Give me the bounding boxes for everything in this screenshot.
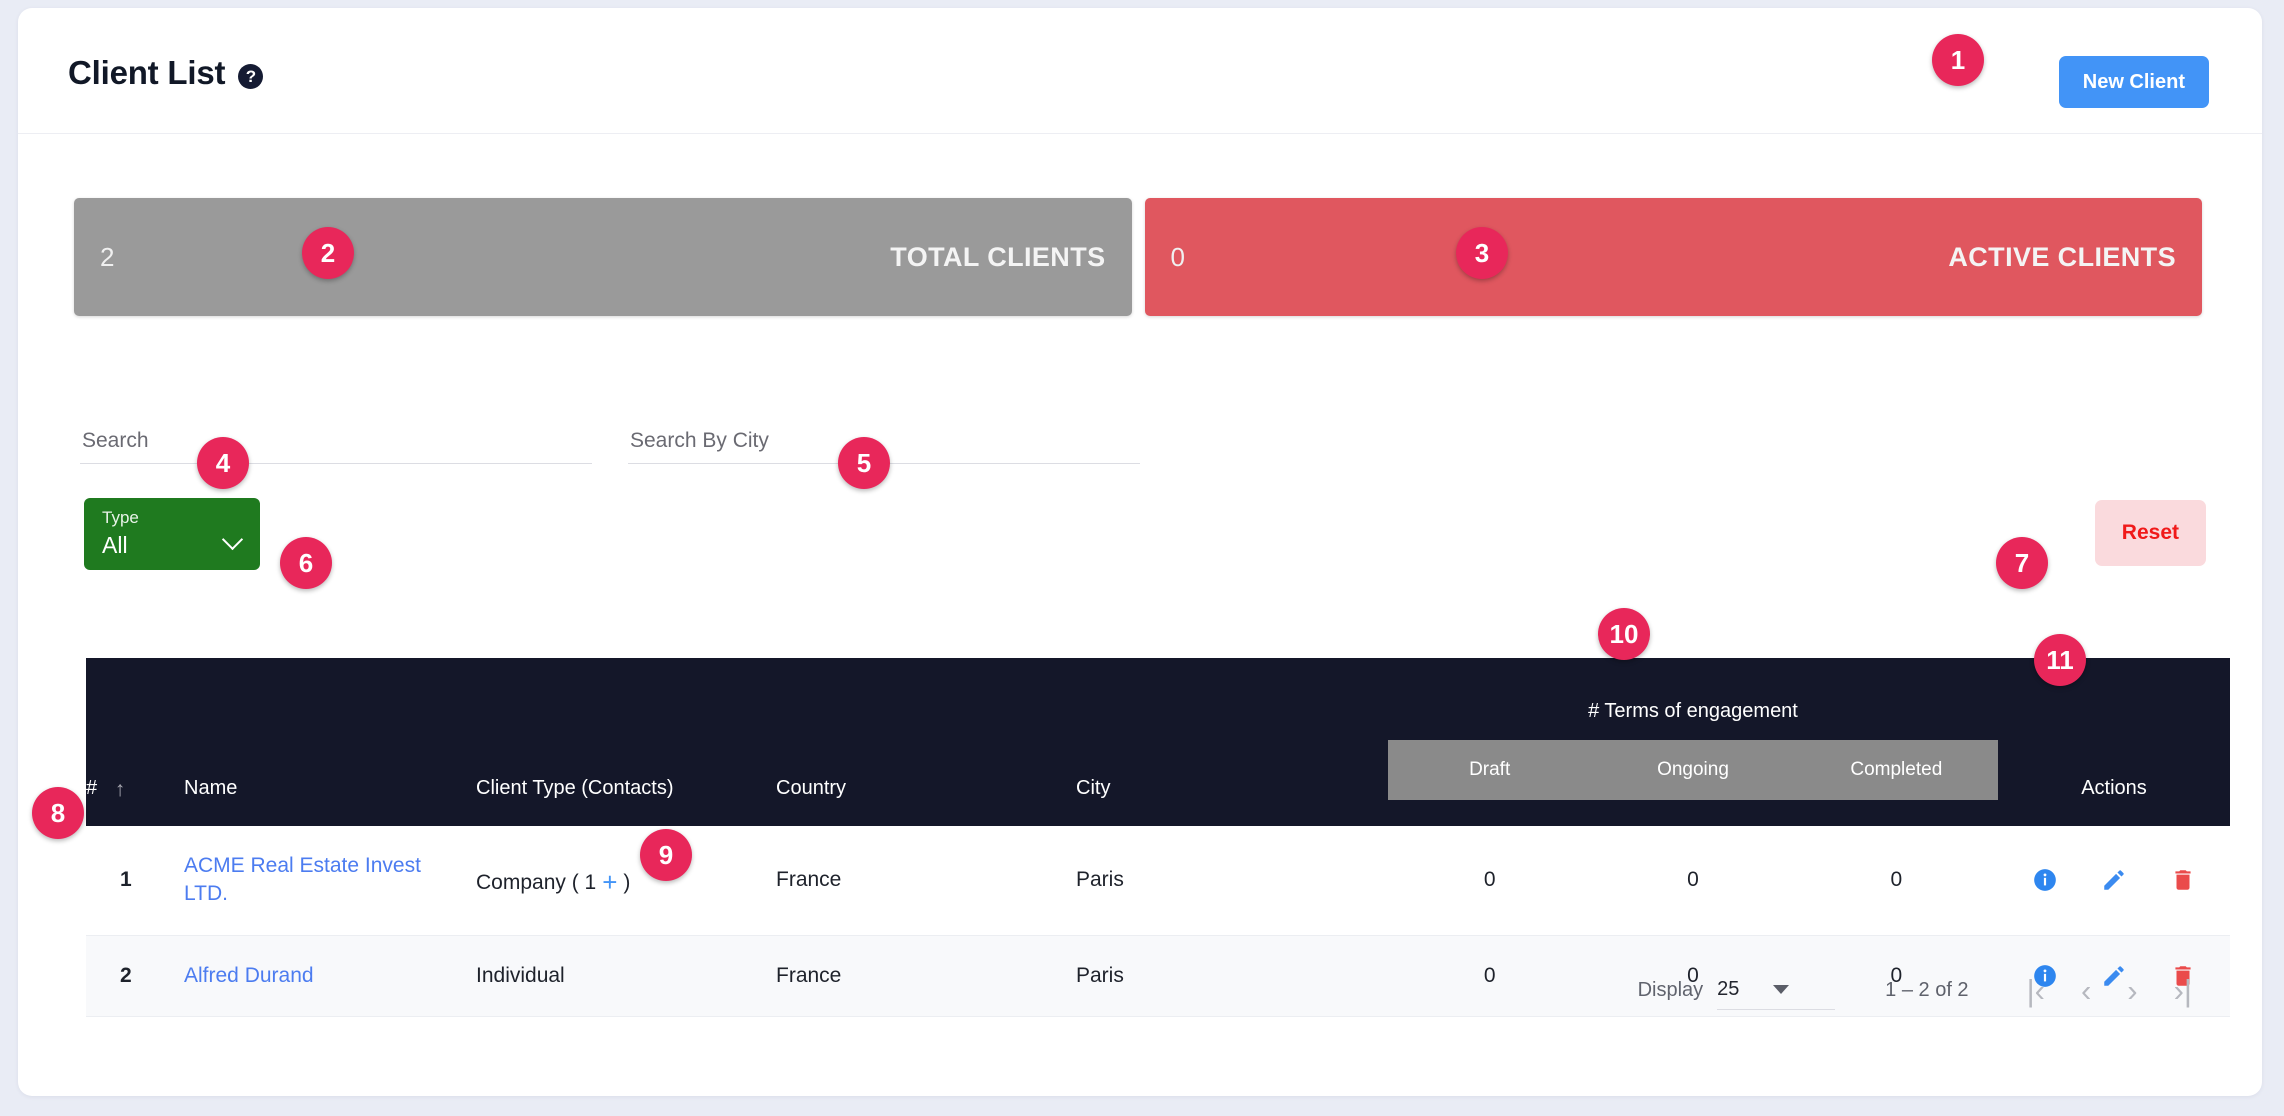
pagination: Display 25 1 – 2 of 2 |‹ ‹ › ›| <box>1638 970 2192 1010</box>
city-cell: Paris <box>1076 826 1388 936</box>
annotation-badge-4: 4 <box>197 437 249 489</box>
search-input-label: Search <box>82 429 149 452</box>
client-type-cell: Individual <box>476 935 776 1018</box>
edit-pencil-icon[interactable] <box>2101 867 2127 893</box>
client-table: # ↑ Name Client Type (Contacts) Country … <box>86 658 2230 1018</box>
display-label: Display <box>1637 978 1704 1001</box>
type-select-value: All <box>102 532 128 558</box>
engagement-group-title: # Terms of engagement <box>1588 700 1798 722</box>
annotation-badge-11: 11 <box>2034 634 2086 686</box>
client-name-cell: Alfred Durand <box>184 935 476 1018</box>
column-header-engagement-group: # Terms of engagement Draft Ongoing Comp… <box>1388 658 1998 826</box>
row-index: 1 <box>86 826 184 936</box>
annotation-badge-9: 9 <box>640 829 692 881</box>
client-name-link[interactable]: Alfred Durand <box>184 964 314 987</box>
column-header-num[interactable]: # ↑ <box>86 658 184 826</box>
sort-ascending-arrow-icon[interactable]: ↑ <box>115 778 126 802</box>
type-select[interactable]: Type All <box>84 498 260 570</box>
first-page-button[interactable]: |‹ <box>2027 975 2045 1006</box>
delete-trash-icon[interactable] <box>2170 867 2196 893</box>
page-header: Client List ? New Client <box>18 8 2262 134</box>
engagement-cells: 0 0 0 <box>1388 826 1998 936</box>
search-by-city-label: Search By City <box>630 429 769 452</box>
stats-row: 2 TOTAL CLIENTS 0 ACTIVE CLIENTS <box>74 198 2202 316</box>
question-mark-icon[interactable]: ? <box>238 63 264 89</box>
row-index: 2 <box>86 935 184 1018</box>
annotation-badge-1: 1 <box>1932 34 1984 86</box>
draft-count: 0 <box>1483 868 1496 892</box>
previous-page-button[interactable]: ‹ <box>2081 975 2091 1006</box>
info-icon[interactable] <box>2032 867 2058 893</box>
page-title-text: Client List <box>68 54 226 91</box>
column-header-city[interactable]: City <box>1076 658 1388 826</box>
client-type-text: Company ( 1 <box>476 870 597 894</box>
chevron-down-icon <box>1773 985 1790 994</box>
engagement-subheader-row: Draft Ongoing Completed <box>1388 740 1998 800</box>
pagination-range: 1 – 2 of 2 <box>1885 978 1969 1001</box>
client-table-wrapper: # ↑ Name Client Type (Contacts) Country … <box>86 658 2230 1018</box>
next-page-button[interactable]: › <box>2127 975 2137 1006</box>
country-cell: France <box>776 826 1076 936</box>
annotation-badge-6: 6 <box>280 537 332 589</box>
annotation-badge-5: 5 <box>838 437 890 489</box>
client-name-cell: ACME Real Estate Invest LTD. <box>184 826 476 936</box>
total-clients-label: TOTAL CLIENTS <box>890 241 1106 272</box>
ongoing-count: 0 <box>1687 868 1699 892</box>
actions-cell <box>1998 826 2230 936</box>
client-type-suffix: ) <box>623 870 631 894</box>
city-cell: Paris <box>1076 935 1388 1018</box>
total-clients-card[interactable]: 2 TOTAL CLIENTS <box>74 198 1132 316</box>
table-header-row: # ↑ Name Client Type (Contacts) Country … <box>86 658 2230 826</box>
annotation-badge-10: 10 <box>1598 608 1650 660</box>
column-header-country[interactable]: Country <box>776 658 1076 826</box>
type-select-label: Type <box>102 508 139 527</box>
client-type-text: Individual <box>476 963 565 987</box>
table-row[interactable]: 1 ACME Real Estate Invest LTD. Company (… <box>86 826 2230 936</box>
client-name-link[interactable]: ACME Real Estate Invest LTD. <box>184 854 421 905</box>
annotation-badge-7: 7 <box>1996 537 2048 589</box>
column-header-num-label: # <box>86 777 98 799</box>
active-clients-card[interactable]: 0 ACTIVE CLIENTS <box>1144 198 2202 316</box>
column-header-ongoing[interactable]: Ongoing <box>1591 759 1794 781</box>
page-size-select[interactable]: 25 <box>1717 970 1836 1010</box>
last-page-button[interactable]: ›| <box>2174 975 2192 1006</box>
column-header-name[interactable]: Name <box>184 658 476 826</box>
completed-count: 0 <box>1890 868 1903 892</box>
column-header-client-type[interactable]: Client Type (Contacts) <box>476 658 776 826</box>
page-title: Client List ? <box>68 54 264 92</box>
search-input[interactable]: Search <box>80 408 592 464</box>
new-client-button[interactable]: New Client <box>2058 56 2209 108</box>
draft-count: 0 <box>1483 963 1496 987</box>
column-header-completed[interactable]: Completed <box>1795 759 1998 781</box>
client-list-page-card: Client List ? New Client 2 TOTAL CLIENTS… <box>18 8 2262 1096</box>
total-clients-value: 2 <box>100 241 115 272</box>
annotation-badge-2: 2 <box>302 227 354 279</box>
reset-button[interactable]: Reset <box>2094 500 2206 566</box>
country-cell: France <box>776 935 1076 1018</box>
client-type-cell: Company ( 1 +) <box>476 826 776 936</box>
column-header-draft[interactable]: Draft <box>1388 759 1591 781</box>
chevron-down-icon <box>221 528 244 551</box>
annotation-badge-8: 8 <box>32 787 84 839</box>
active-clients-label: ACTIVE CLIENTS <box>1948 241 2176 272</box>
active-clients-value: 0 <box>1170 241 1185 272</box>
page-size-value: 25 <box>1717 978 1740 1000</box>
add-contact-icon[interactable]: + <box>596 867 623 897</box>
annotation-badge-3: 3 <box>1456 227 1508 279</box>
client-table-head: # ↑ Name Client Type (Contacts) Country … <box>86 658 2230 826</box>
column-header-actions: Actions <box>1998 658 2230 826</box>
